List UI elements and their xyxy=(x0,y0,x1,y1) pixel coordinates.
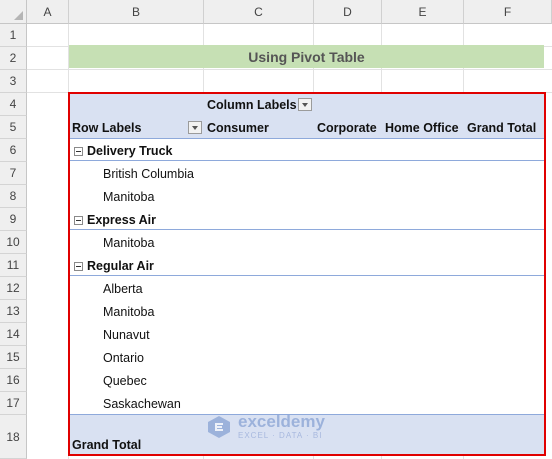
row-header-13[interactable]: 13 xyxy=(0,300,27,323)
row-header-7[interactable]: 7 xyxy=(0,162,27,185)
pivot-column-header[interactable]: Consumer xyxy=(207,120,269,136)
collapse-minus-icon[interactable] xyxy=(74,147,83,156)
column-header-d[interactable]: D xyxy=(314,0,382,24)
grand-total-label[interactable]: Grand Total xyxy=(72,437,141,453)
row-header-18[interactable]: 18 xyxy=(0,415,27,459)
pivot-table[interactable] xyxy=(69,93,544,415)
pivot-row-label[interactable]: British Columbia xyxy=(103,166,194,182)
gridline xyxy=(27,69,552,70)
pivot-group-label[interactable]: Regular Air xyxy=(87,258,154,274)
pivot-row-label[interactable]: Nunavut xyxy=(103,327,150,343)
pivot-group-label[interactable]: Delivery Truck xyxy=(87,143,172,159)
row-header-16[interactable]: 16 xyxy=(0,369,27,392)
collapse-minus-icon[interactable] xyxy=(74,262,83,271)
watermark-name: exceldemy xyxy=(238,412,325,431)
watermark-tagline: EXCEL · DATA · BI xyxy=(238,431,323,440)
column-header-f[interactable]: F xyxy=(464,0,552,24)
row-header-3[interactable]: 3 xyxy=(0,70,27,93)
pivot-row-label[interactable]: Quebec xyxy=(103,373,147,389)
pivot-row-label[interactable]: Manitoba xyxy=(103,189,154,205)
row-header-15[interactable]: 15 xyxy=(0,346,27,369)
exceldemy-logo-icon xyxy=(206,415,232,439)
row-header-2[interactable]: 2 xyxy=(0,47,27,70)
pivot-row-label[interactable]: Saskachewan xyxy=(103,396,181,412)
pivot-row-label[interactable]: Manitoba xyxy=(103,235,154,251)
pivot-column-header[interactable]: Home Office xyxy=(385,120,459,136)
pivot-column-header[interactable]: Grand Total xyxy=(467,120,536,136)
watermark: exceldemy EXCEL · DATA · BI xyxy=(206,413,325,440)
row-header-5[interactable]: 5 xyxy=(0,116,27,139)
column-header-e[interactable]: E xyxy=(382,0,464,24)
column-header-c[interactable]: C xyxy=(204,0,314,24)
pivot-row-label[interactable]: Alberta xyxy=(103,281,143,297)
filter-dropdown-icon[interactable] xyxy=(188,121,202,134)
filter-dropdown-icon[interactable] xyxy=(298,98,312,111)
row-header-4[interactable]: 4 xyxy=(0,93,27,116)
sheet-title[interactable]: Using Pivot Table xyxy=(69,45,544,68)
pivot-column-header[interactable]: Corporate xyxy=(317,120,377,136)
pivot-row-label[interactable]: Manitoba xyxy=(103,304,154,320)
select-all-icon xyxy=(14,11,23,20)
pivot-row-label[interactable]: Ontario xyxy=(103,350,144,366)
collapse-minus-icon[interactable] xyxy=(74,216,83,225)
column-header-b[interactable]: B xyxy=(69,0,204,24)
pivot-group-separator xyxy=(69,229,544,230)
column-header-a[interactable]: A xyxy=(27,0,69,24)
column-labels-caption[interactable]: Column Labels xyxy=(207,97,297,113)
row-header-9[interactable]: 9 xyxy=(0,208,27,231)
row-header-1[interactable]: 1 xyxy=(0,24,27,47)
select-all-corner[interactable] xyxy=(0,0,27,24)
pivot-header-separator xyxy=(69,138,544,139)
row-header-17[interactable]: 17 xyxy=(0,392,27,415)
row-header-6[interactable]: 6 xyxy=(0,139,27,162)
row-header-8[interactable]: 8 xyxy=(0,185,27,208)
row-header-11[interactable]: 11 xyxy=(0,254,27,277)
pivot-group-label[interactable]: Express Air xyxy=(87,212,156,228)
spreadsheet: A B C D E F 1 2 3 4 5 6 7 8 9 10 11 12 1… xyxy=(0,0,552,459)
row-header-10[interactable]: 10 xyxy=(0,231,27,254)
row-header-14[interactable]: 14 xyxy=(0,323,27,346)
row-labels-caption[interactable]: Row Labels xyxy=(72,120,141,136)
row-header-12[interactable]: 12 xyxy=(0,277,27,300)
pivot-group-separator xyxy=(69,275,544,276)
pivot-group-separator xyxy=(69,160,544,161)
